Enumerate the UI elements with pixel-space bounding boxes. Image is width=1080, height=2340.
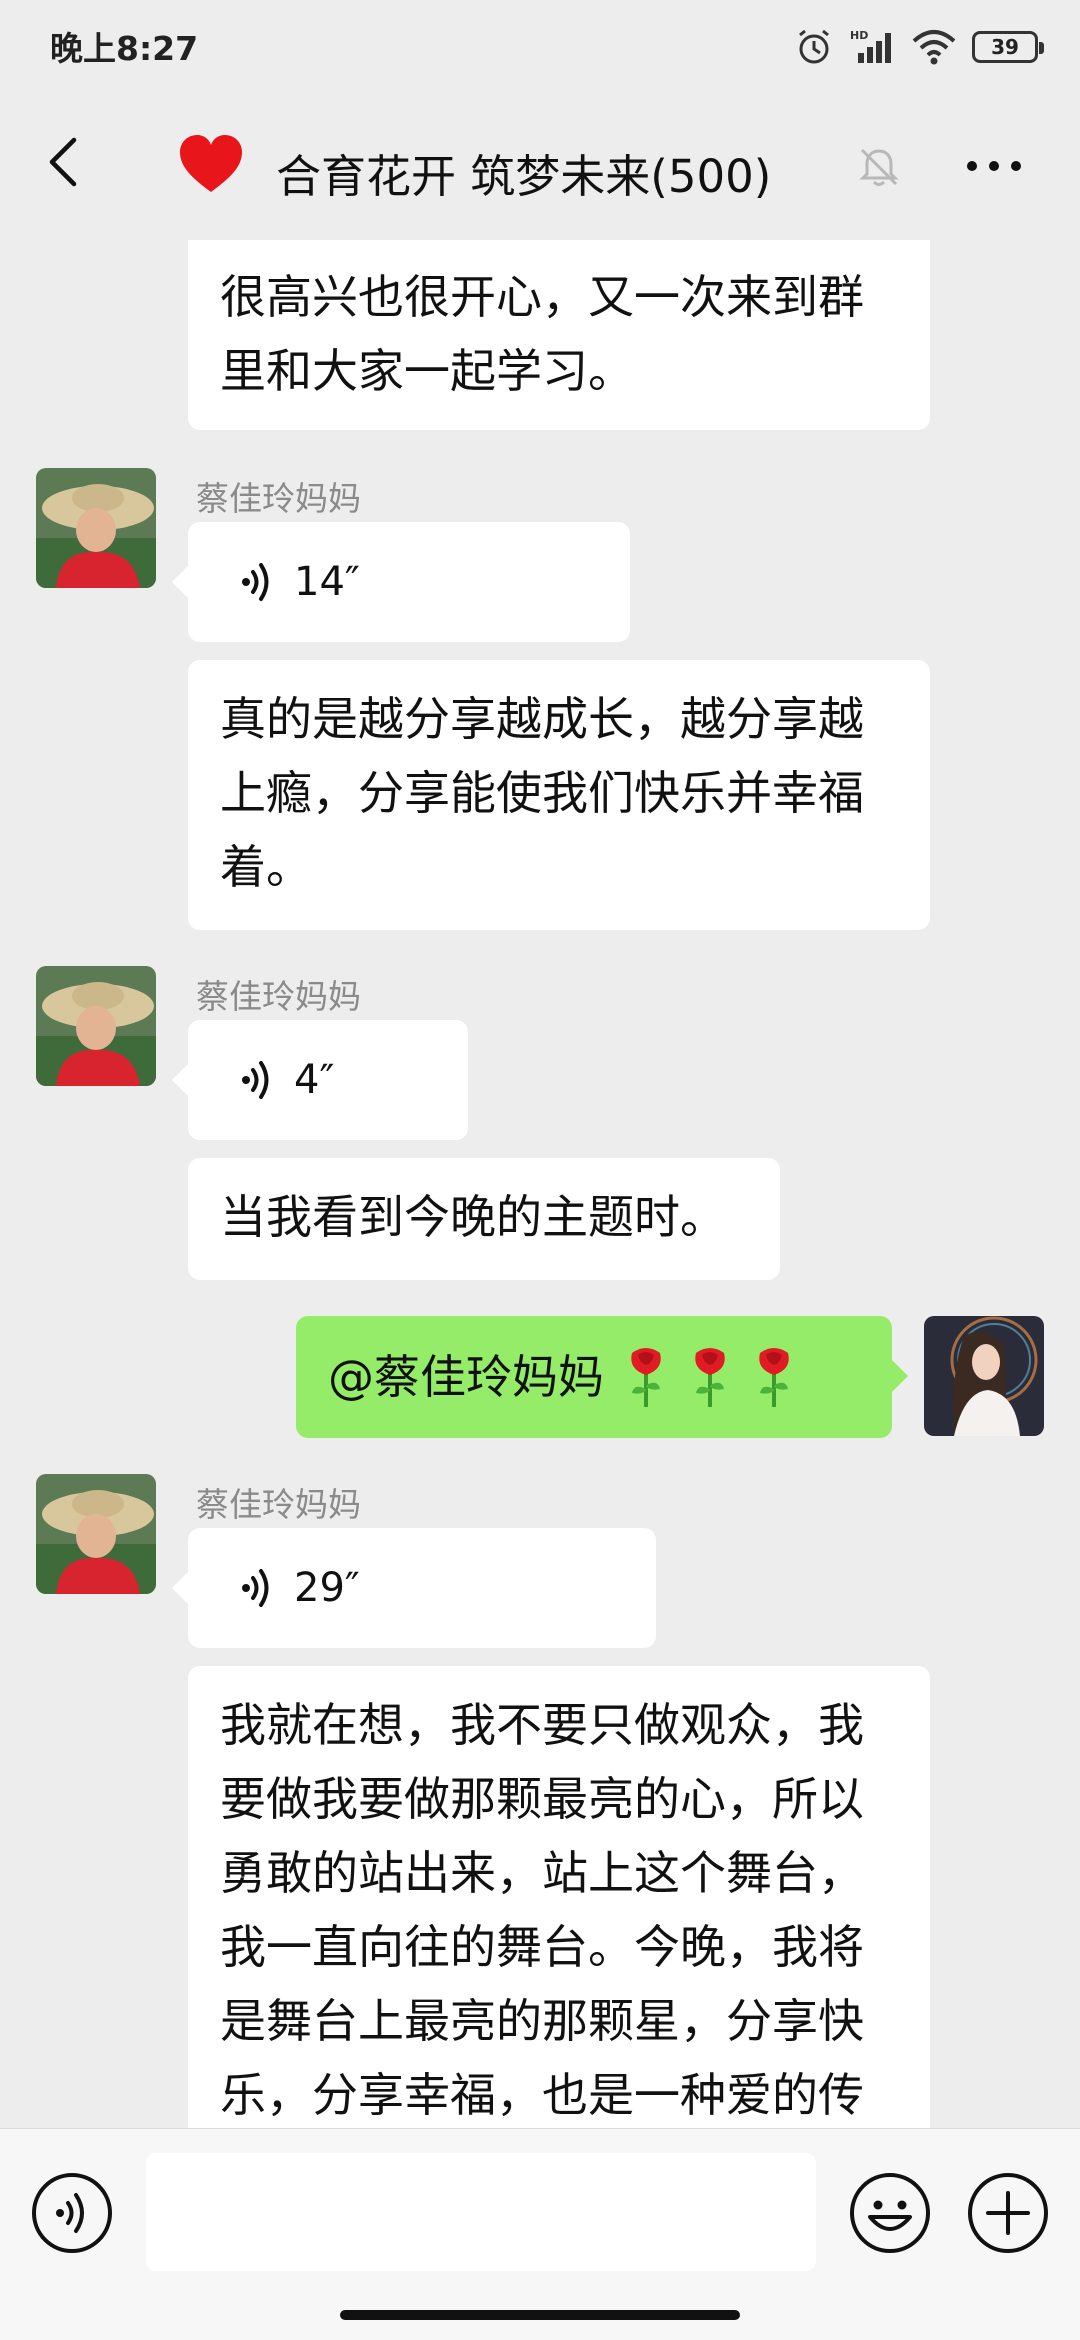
- message-line: 真的是越分享越成长，越分享越: [220, 692, 864, 746]
- avatar[interactable]: [36, 468, 156, 588]
- message-line: 上瘾，分享能使我们快乐并幸福: [220, 766, 864, 820]
- message-line: 着。: [220, 840, 312, 894]
- message-line: 勇敢的站出来，站上这个舞台，: [220, 1846, 864, 1900]
- sender-name: 蔡佳玲妈妈: [196, 479, 361, 518]
- bubble-tail: [172, 1064, 188, 1096]
- emoji-icon[interactable]: [848, 2171, 932, 2255]
- message-line: 是舞台上最亮的那颗星，分享快: [220, 1994, 864, 2048]
- alarm-icon: [799, 29, 829, 64]
- voice-message[interactable]: 29″: [188, 1528, 656, 1648]
- wifi-icon: [912, 30, 956, 65]
- voice-wave-icon: [242, 563, 269, 601]
- message-line: 我一直向往的舞台。今晚，我将: [220, 1920, 864, 1974]
- red-heart-icon: [180, 135, 242, 192]
- voice-duration: 29″: [294, 1565, 360, 1611]
- sender-name: 蔡佳玲妈妈: [196, 1485, 361, 1524]
- self-avatar[interactable]: [924, 1316, 1044, 1436]
- bubble-tail: [172, 566, 188, 598]
- voice-message[interactable]: 14″: [188, 522, 630, 642]
- rose-emoji: [631, 1348, 661, 1407]
- voice-wave-icon: [242, 1061, 269, 1099]
- plus-icon[interactable]: [966, 2171, 1050, 2255]
- hd-signal-icon: HD: [850, 29, 891, 63]
- sender-name: 蔡佳玲妈妈: [196, 977, 361, 1016]
- home-indicator[interactable]: [340, 2310, 740, 2320]
- rose-emoji: [759, 1348, 789, 1407]
- avatar[interactable]: [36, 1474, 156, 1594]
- message-bubble[interactable]: 真的是越分享越成长，越分享越 上瘾，分享能使我们快乐并幸福 着。: [188, 660, 930, 930]
- message-line: 乐，分享幸福，也是一种爱的传: [220, 2068, 864, 2122]
- avatar[interactable]: [36, 966, 156, 1086]
- message-line: 里和大家一起学习。: [220, 344, 634, 398]
- bubble-tail: [892, 1360, 908, 1392]
- more-icon[interactable]: [964, 156, 1024, 176]
- voice-input-icon[interactable]: [30, 2171, 114, 2255]
- voice-duration: 14″: [294, 559, 360, 605]
- message-line: 我就在想，我不要只做观众，我: [220, 1698, 864, 1752]
- status-bar: 晚上8:27 HD 39: [0, 0, 1080, 96]
- message-bubble[interactable]: 当我看到今晚的主题时。: [188, 1158, 780, 1280]
- voice-duration: 4″: [294, 1057, 335, 1103]
- mute-bell-icon: [859, 148, 899, 186]
- chat-messages[interactable]: 很高兴也很开心，又一次来到群 里和大家一起学习。 蔡佳玲妈妈 14″ 真的是越分…: [0, 240, 1080, 2128]
- self-message-bubble[interactable]: @蔡佳玲妈妈: [296, 1316, 892, 1438]
- message-line: @蔡佳玲妈妈: [328, 1350, 604, 1404]
- message-line: 要做我要做那颗最亮的心，所以: [220, 1772, 864, 1826]
- chat-title[interactable]: 合育花开 筑梦未来(500): [276, 140, 771, 205]
- back-arrow-icon[interactable]: [36, 132, 96, 192]
- message-line: 当我看到今晚的主题时。: [220, 1190, 726, 1244]
- message-line: 很高兴也很开心，又一次来到群: [220, 270, 864, 324]
- input-bar: [0, 2128, 1080, 2340]
- chat-header: 合育花开 筑梦未来(500): [0, 96, 1080, 240]
- status-time: 晚上8:27: [50, 29, 199, 68]
- message-bubble[interactable]: 很高兴也很开心，又一次来到群 里和大家一起学习。: [188, 240, 930, 430]
- message-bubble[interactable]: 我就在想，我不要只做观众，我 要做我要做那颗最亮的心，所以 勇敢的站出来，站上这…: [188, 1666, 930, 2128]
- rose-emoji: [695, 1348, 725, 1407]
- battery-icon: 39: [972, 31, 1044, 63]
- bubble-tail: [172, 1572, 188, 1604]
- status-icons: HD 39: [794, 24, 1044, 70]
- message-input[interactable]: [146, 2153, 816, 2271]
- svg-text:HD: HD: [850, 29, 868, 42]
- voice-wave-icon: [242, 1569, 269, 1607]
- voice-message[interactable]: 4″: [188, 1020, 468, 1140]
